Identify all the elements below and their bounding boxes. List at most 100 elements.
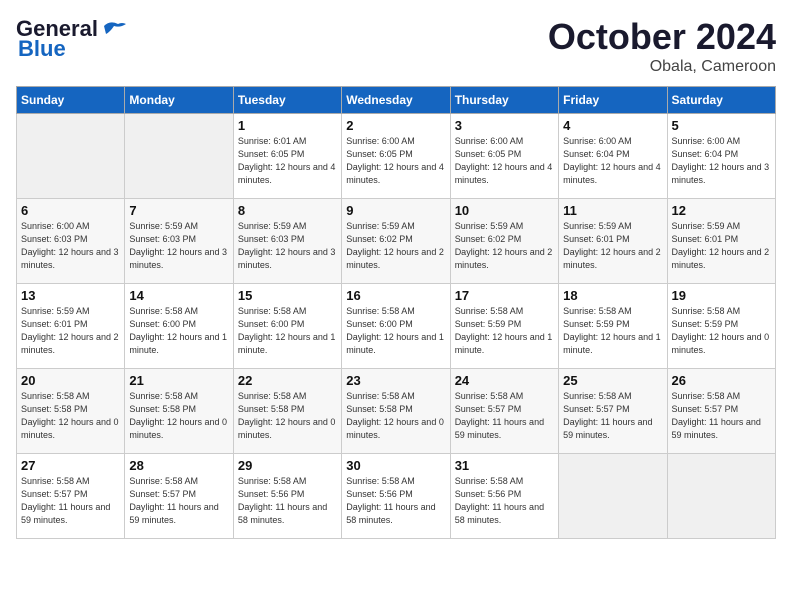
day-info: Sunrise: 6:00 AM Sunset: 6:04 PM Dayligh… bbox=[563, 135, 662, 187]
col-header-monday: Monday bbox=[125, 87, 233, 114]
day-info: Sunrise: 5:58 AM Sunset: 5:59 PM Dayligh… bbox=[672, 305, 771, 357]
day-info: Sunrise: 5:58 AM Sunset: 5:56 PM Dayligh… bbox=[455, 475, 554, 527]
calendar-cell: 18 Sunrise: 5:58 AM Sunset: 5:59 PM Dayli… bbox=[559, 284, 667, 369]
day-number: 5 bbox=[672, 118, 771, 133]
calendar-cell: 21Sunrise: 5:58 AM Sunset: 5:58 PM Dayli… bbox=[125, 369, 233, 454]
day-info: Sunrise: 6:00 AM Sunset: 6:05 PM Dayligh… bbox=[346, 135, 445, 187]
logo-bird-icon bbox=[100, 18, 128, 40]
col-header-friday: Friday bbox=[559, 87, 667, 114]
day-number: 28 bbox=[129, 458, 228, 473]
day-info: Sunrise: 5:58 AM Sunset: 5:59 PM Dayligh… bbox=[455, 305, 554, 357]
day-info: Sunrise: 5:59 AM Sunset: 6:02 PM Dayligh… bbox=[455, 220, 554, 272]
col-header-tuesday: Tuesday bbox=[233, 87, 341, 114]
calendar-cell: 23 Sunrise: 5:58 AM Sunset: 5:58 PM Dayli… bbox=[342, 369, 450, 454]
col-header-wednesday: Wednesday bbox=[342, 87, 450, 114]
calendar-cell: 10 Sunrise: 5:59 AM Sunset: 6:02 PM Dayli… bbox=[450, 199, 558, 284]
calendar-cell: 25 Sunrise: 5:58 AM Sunset: 5:57 PM Dayli… bbox=[559, 369, 667, 454]
calendar-cell: 20Sunrise: 5:58 AM Sunset: 5:58 PM Dayli… bbox=[17, 369, 125, 454]
day-number: 27 bbox=[21, 458, 120, 473]
calendar-cell: 28 Sunrise: 5:58 AM Sunset: 5:57 PM Dayli… bbox=[125, 454, 233, 539]
calendar-cell: 7Sunrise: 5:59 AM Sunset: 6:03 PM Daylig… bbox=[125, 199, 233, 284]
calendar-cell: 14Sunrise: 5:58 AM Sunset: 6:00 PM Dayli… bbox=[125, 284, 233, 369]
calendar-cell: 27 Sunrise: 5:58 AM Sunset: 5:57 PM Dayli… bbox=[17, 454, 125, 539]
calendar-cell: 26 Sunrise: 5:58 AM Sunset: 5:57 PM Dayli… bbox=[667, 369, 775, 454]
day-info: Sunrise: 5:59 AM Sunset: 6:01 PM Dayligh… bbox=[563, 220, 662, 272]
col-header-sunday: Sunday bbox=[17, 87, 125, 114]
day-number: 19 bbox=[672, 288, 771, 303]
day-number: 2 bbox=[346, 118, 445, 133]
location-subtitle: Obala, Cameroon bbox=[548, 58, 776, 76]
month-title: October 2024 bbox=[548, 16, 776, 58]
day-number: 4 bbox=[563, 118, 662, 133]
calendar-cell: 11 Sunrise: 5:59 AM Sunset: 6:01 PM Dayli… bbox=[559, 199, 667, 284]
calendar-table: SundayMondayTuesdayWednesdayThursdayFrid… bbox=[16, 86, 776, 539]
day-info: Sunrise: 5:58 AM Sunset: 5:58 PM Dayligh… bbox=[238, 390, 337, 442]
day-number: 13 bbox=[21, 288, 120, 303]
calendar-cell: 9Sunrise: 5:59 AM Sunset: 6:02 PM Daylig… bbox=[342, 199, 450, 284]
day-number: 3 bbox=[455, 118, 554, 133]
calendar-cell: 8 Sunrise: 5:59 AM Sunset: 6:03 PM Daylig… bbox=[233, 199, 341, 284]
calendar-cell: 1 Sunrise: 6:01 AM Sunset: 6:05 PM Daylig… bbox=[233, 114, 341, 199]
day-number: 30 bbox=[346, 458, 445, 473]
day-number: 24 bbox=[455, 373, 554, 388]
day-info: Sunrise: 5:58 AM Sunset: 5:59 PM Dayligh… bbox=[563, 305, 662, 357]
day-info: Sunrise: 6:00 AM Sunset: 6:03 PM Dayligh… bbox=[21, 220, 120, 272]
calendar-cell bbox=[667, 454, 775, 539]
calendar-cell: 29 Sunrise: 5:58 AM Sunset: 5:56 PM Dayli… bbox=[233, 454, 341, 539]
calendar-cell: 24 Sunrise: 5:58 AM Sunset: 5:57 PM Dayli… bbox=[450, 369, 558, 454]
day-info: Sunrise: 5:59 AM Sunset: 6:01 PM Dayligh… bbox=[672, 220, 771, 272]
day-number: 7 bbox=[129, 203, 228, 218]
day-info: Sunrise: 6:01 AM Sunset: 6:05 PM Dayligh… bbox=[238, 135, 337, 187]
day-number: 26 bbox=[672, 373, 771, 388]
calendar-cell: 13 Sunrise: 5:59 AM Sunset: 6:01 PM Dayli… bbox=[17, 284, 125, 369]
day-number: 10 bbox=[455, 203, 554, 218]
title-area: October 2024 Obala, Cameroon bbox=[548, 16, 776, 76]
day-info: Sunrise: 5:58 AM Sunset: 5:57 PM Dayligh… bbox=[129, 475, 228, 527]
day-number: 16 bbox=[346, 288, 445, 303]
page-header: General Blue October 2024 Obala, Cameroo… bbox=[16, 16, 776, 76]
day-number: 29 bbox=[238, 458, 337, 473]
day-info: Sunrise: 5:58 AM Sunset: 5:57 PM Dayligh… bbox=[563, 390, 662, 442]
day-number: 11 bbox=[563, 203, 662, 218]
calendar-cell: 12 Sunrise: 5:59 AM Sunset: 6:01 PM Dayli… bbox=[667, 199, 775, 284]
day-info: Sunrise: 5:59 AM Sunset: 6:02 PM Dayligh… bbox=[346, 220, 445, 272]
calendar-cell: 17 Sunrise: 5:58 AM Sunset: 5:59 PM Dayli… bbox=[450, 284, 558, 369]
day-info: Sunrise: 5:58 AM Sunset: 5:57 PM Dayligh… bbox=[672, 390, 771, 442]
calendar-cell: 2 Sunrise: 6:00 AM Sunset: 6:05 PM Daylig… bbox=[342, 114, 450, 199]
day-number: 15 bbox=[238, 288, 337, 303]
day-number: 8 bbox=[238, 203, 337, 218]
calendar-cell bbox=[125, 114, 233, 199]
day-info: Sunrise: 5:58 AM Sunset: 5:58 PM Dayligh… bbox=[21, 390, 120, 442]
day-info: Sunrise: 5:58 AM Sunset: 5:56 PM Dayligh… bbox=[346, 475, 445, 527]
calendar-cell: 30 Sunrise: 5:58 AM Sunset: 5:56 PM Dayli… bbox=[342, 454, 450, 539]
day-info: Sunrise: 5:59 AM Sunset: 6:01 PM Dayligh… bbox=[21, 305, 120, 357]
col-header-thursday: Thursday bbox=[450, 87, 558, 114]
day-info: Sunrise: 5:58 AM Sunset: 5:56 PM Dayligh… bbox=[238, 475, 337, 527]
day-number: 23 bbox=[346, 373, 445, 388]
day-info: Sunrise: 5:58 AM Sunset: 5:57 PM Dayligh… bbox=[21, 475, 120, 527]
day-info: Sunrise: 5:58 AM Sunset: 5:58 PM Dayligh… bbox=[129, 390, 228, 442]
calendar-cell: 31 Sunrise: 5:58 AM Sunset: 5:56 PM Dayli… bbox=[450, 454, 558, 539]
day-info: Sunrise: 5:58 AM Sunset: 5:58 PM Dayligh… bbox=[346, 390, 445, 442]
day-info: Sunrise: 6:00 AM Sunset: 6:04 PM Dayligh… bbox=[672, 135, 771, 187]
calendar-cell: 15 Sunrise: 5:58 AM Sunset: 6:00 PM Dayli… bbox=[233, 284, 341, 369]
day-number: 25 bbox=[563, 373, 662, 388]
day-number: 1 bbox=[238, 118, 337, 133]
day-number: 18 bbox=[563, 288, 662, 303]
calendar-cell: 22Sunrise: 5:58 AM Sunset: 5:58 PM Dayli… bbox=[233, 369, 341, 454]
day-info: Sunrise: 5:58 AM Sunset: 5:57 PM Dayligh… bbox=[455, 390, 554, 442]
col-header-saturday: Saturday bbox=[667, 87, 775, 114]
logo: General Blue bbox=[16, 16, 128, 62]
calendar-cell bbox=[559, 454, 667, 539]
calendar-cell: 5 Sunrise: 6:00 AM Sunset: 6:04 PM Daylig… bbox=[667, 114, 775, 199]
calendar-cell bbox=[17, 114, 125, 199]
day-info: Sunrise: 5:59 AM Sunset: 6:03 PM Dayligh… bbox=[238, 220, 337, 272]
day-info: Sunrise: 5:58 AM Sunset: 6:00 PM Dayligh… bbox=[129, 305, 228, 357]
day-number: 31 bbox=[455, 458, 554, 473]
calendar-cell: 4 Sunrise: 6:00 AM Sunset: 6:04 PM Daylig… bbox=[559, 114, 667, 199]
day-number: 6 bbox=[21, 203, 120, 218]
logo-blue-text: Blue bbox=[18, 36, 66, 62]
day-number: 12 bbox=[672, 203, 771, 218]
day-info: Sunrise: 5:58 AM Sunset: 6:00 PM Dayligh… bbox=[238, 305, 337, 357]
day-number: 17 bbox=[455, 288, 554, 303]
